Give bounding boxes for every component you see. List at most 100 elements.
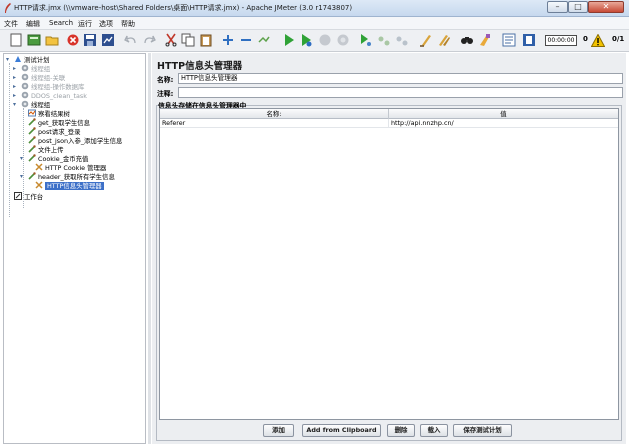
- tree-item[interactable]: post请求_登录: [28, 127, 81, 136]
- name-label: 名称:: [157, 76, 174, 84]
- header-value-cell[interactable]: http://api.nnzhp.cn/: [389, 119, 618, 128]
- tree-item[interactable]: 文件上传: [28, 145, 64, 154]
- tree-item[interactable]: 线程组: [21, 64, 50, 73]
- menu-help[interactable]: 帮助: [121, 19, 135, 29]
- new-icon[interactable]: [9, 33, 23, 47]
- tree-item[interactable]: DDOS_clean_task: [21, 91, 87, 100]
- toggle-icon[interactable]: [257, 33, 271, 47]
- menu-file[interactable]: 文件: [4, 19, 18, 29]
- warning-icon[interactable]: [591, 34, 605, 47]
- help-icon[interactable]: [522, 33, 536, 47]
- reset-search-icon[interactable]: [478, 33, 492, 47]
- undo-icon[interactable]: [124, 33, 138, 47]
- tree-item-label: post请求_登录: [38, 128, 81, 136]
- tree-item-label: header_获取所有学生信息: [38, 173, 115, 181]
- redo-icon[interactable]: [142, 33, 156, 47]
- header-name-cell[interactable]: Referer: [160, 119, 389, 128]
- maximize-button[interactable]: □: [568, 1, 588, 13]
- tree-item[interactable]: post_json入参_添加学生信息: [28, 136, 122, 145]
- collapse-icon[interactable]: [239, 33, 253, 47]
- save-icon[interactable]: [83, 33, 97, 47]
- test-plan-tree: 测试计划 ▾ 线程组 ▸ 线程组-关联 ▸ 线程组-操作数据库 ▸ DDOS_clean_tas…: [3, 53, 146, 444]
- tree-item[interactable]: 线程组-关联: [21, 73, 65, 82]
- tree-item[interactable]: 工作台: [14, 192, 43, 201]
- menu-run[interactable]: 运行: [78, 19, 92, 29]
- remote-shutdown-icon[interactable]: [395, 33, 409, 47]
- test-plan-icon: [14, 55, 22, 63]
- load-button[interactable]: 载入: [420, 424, 448, 437]
- save-screenshot-icon[interactable]: [101, 33, 115, 47]
- menu-search[interactable]: Search: [49, 19, 73, 27]
- cut-icon[interactable]: [164, 33, 178, 47]
- config-element-icon: [35, 181, 43, 189]
- stop-icon[interactable]: [318, 33, 332, 47]
- shutdown-icon[interactable]: [336, 33, 350, 47]
- expand-toggle-icon[interactable]: ▸: [13, 91, 19, 100]
- page-title: HTTP信息头管理器: [157, 61, 243, 72]
- remote-stop-icon[interactable]: [377, 33, 391, 47]
- column-header-name[interactable]: 名称:: [160, 109, 389, 119]
- header-manager-panel: HTTP信息头管理器 名称: HTTP信息头管理器 注释: 信息头存储在信息头管…: [152, 53, 626, 444]
- close-window-button[interactable]: ✕: [588, 1, 624, 13]
- maximize-icon: □: [574, 2, 582, 11]
- delete-button[interactable]: 删除: [387, 424, 415, 437]
- tree-item-label: Cookie_金币充值: [38, 155, 89, 163]
- tree-item[interactable]: header_获取所有学生信息: [28, 172, 115, 181]
- tree-item[interactable]: 线程组-操作数据库: [21, 82, 84, 91]
- start-no-pause-icon[interactable]: [299, 33, 313, 47]
- tree-item[interactable]: 线程组: [21, 100, 50, 109]
- tree-item[interactable]: get_获取学生信息: [28, 118, 90, 127]
- error-count: 0: [583, 35, 588, 43]
- start-icon[interactable]: [282, 33, 296, 47]
- thread-group-icon: [21, 100, 29, 108]
- expand-toggle-icon[interactable]: ▸: [13, 73, 19, 82]
- expand-toggle-icon[interactable]: ▸: [13, 82, 19, 91]
- tree-item-label: DDOS_clean_task: [31, 92, 87, 100]
- open-icon[interactable]: [45, 33, 59, 47]
- close-icon[interactable]: [66, 33, 80, 47]
- function-helper-icon[interactable]: [502, 33, 516, 47]
- collapse-toggle-icon[interactable]: ▾: [20, 154, 26, 163]
- remote-start-icon[interactable]: [359, 33, 373, 47]
- minimize-button[interactable]: –: [547, 1, 568, 13]
- sampler-icon: [28, 127, 36, 135]
- sampler-icon: [28, 118, 36, 126]
- menu-options[interactable]: 选项: [99, 19, 113, 29]
- tree-item[interactable]: 测试计划: [14, 55, 50, 64]
- column-header-value[interactable]: 值: [389, 109, 618, 119]
- search-icon[interactable]: [460, 33, 474, 47]
- name-input[interactable]: HTTP信息头管理器: [178, 73, 623, 84]
- sampler-icon: [28, 154, 36, 162]
- add-from-clipboard-button[interactable]: Add from Clipboard: [302, 424, 381, 437]
- elapsed-timer: 00:00:00: [545, 35, 577, 46]
- tree-item[interactable]: 察看结果树: [28, 109, 70, 118]
- collapse-toggle-icon[interactable]: ▾: [20, 172, 26, 181]
- copy-icon[interactable]: [181, 33, 195, 47]
- tree-item[interactable]: Cookie_金币充值: [28, 154, 88, 163]
- toolbar: 00:00:00 0 0/1: [0, 30, 629, 52]
- panel-splitter[interactable]: [148, 53, 151, 444]
- collapse-toggle-icon[interactable]: ▾: [13, 100, 19, 109]
- sampler-icon: [28, 172, 36, 180]
- expand-icon[interactable]: [221, 33, 235, 47]
- clear-all-icon[interactable]: [437, 33, 451, 47]
- clear-icon[interactable]: [419, 33, 433, 47]
- tree-item-label: 线程组: [31, 65, 51, 73]
- templates-icon[interactable]: [27, 33, 41, 47]
- table-row[interactable]: Referer http://api.nnzhp.cn/: [160, 119, 618, 128]
- menu-edit[interactable]: 编辑: [26, 19, 40, 29]
- tree-item-label: get_获取学生信息: [38, 119, 91, 127]
- tree-item[interactable]: HTTP Cookie 管理器: [35, 163, 106, 172]
- paste-icon[interactable]: [199, 33, 213, 47]
- add-button[interactable]: 添加: [263, 424, 294, 437]
- tree-item-label: post_json入参_添加学生信息: [38, 137, 123, 145]
- save-test-plan-button[interactable]: 保存测试计划: [453, 424, 512, 437]
- collapse-toggle-icon[interactable]: ▾: [6, 55, 12, 64]
- window-title: HTTP请求.jmx (\\vmware-host\Shared Folders…: [14, 4, 353, 12]
- tree-item[interactable]: HTTP信息头管理器: [35, 181, 104, 190]
- expand-toggle-icon[interactable]: ▸: [13, 64, 19, 73]
- button-bar: 添加 Add from Clipboard 删除 载入 保存测试计划: [159, 422, 619, 438]
- headers-table: 名称: 值 Referer http://api.nnzhp.cn/: [159, 108, 619, 420]
- comment-input[interactable]: [178, 87, 623, 98]
- tree-item-label: 文件上传: [38, 146, 64, 154]
